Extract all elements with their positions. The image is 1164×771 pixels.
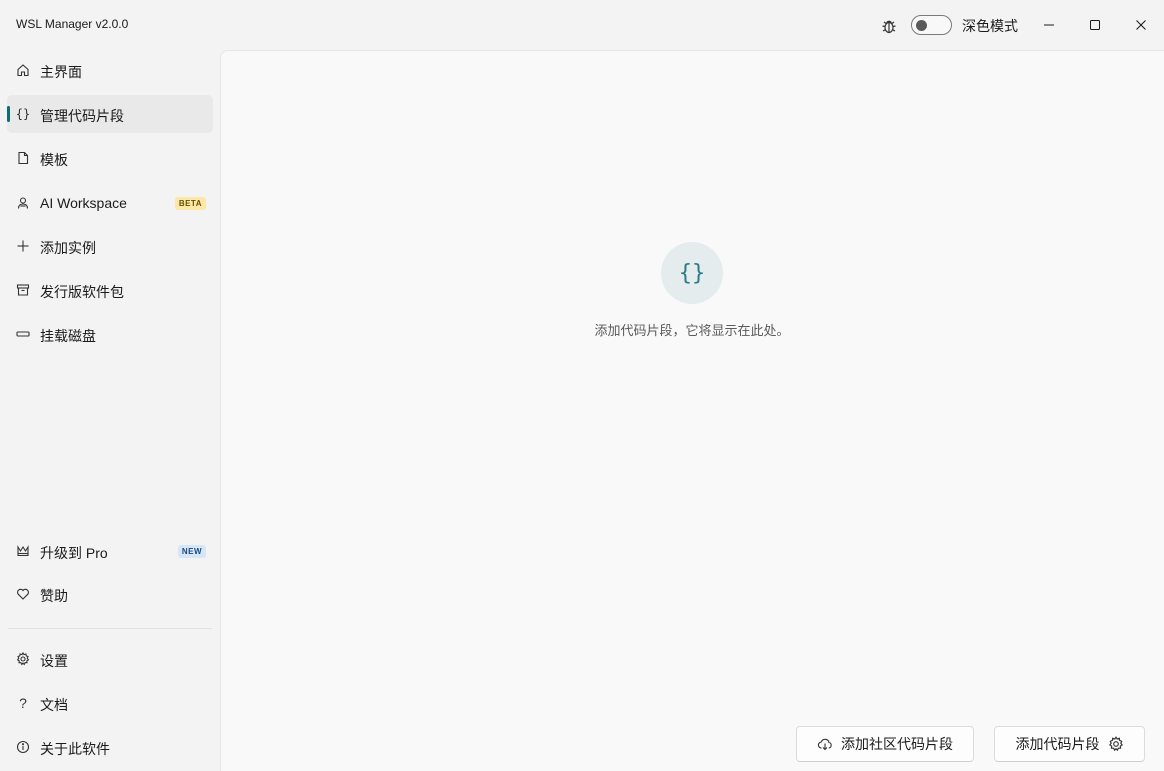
minimize-button[interactable]	[1026, 0, 1072, 50]
sidebar-item-about[interactable]: 关于此软件	[7, 728, 213, 766]
sidebar: 主界面 {} 管理代码片段 模板 AI Workspace BETA 添加实例 …	[0, 50, 220, 771]
home-icon	[15, 62, 31, 78]
cloud-download-icon	[817, 738, 832, 751]
app-title: WSL Manager v2.0.0	[16, 17, 129, 31]
package-icon	[15, 282, 31, 298]
button-label: 添加社区代码片段	[841, 736, 953, 752]
heart-icon	[15, 586, 31, 602]
close-icon	[1136, 20, 1146, 30]
new-badge: NEW	[177, 545, 206, 558]
sidebar-item-docs[interactable]: ? 文档	[7, 684, 213, 722]
app-window: WSL Manager v2.0.0 深色模式 主界面 {} 管理代码片段 模板…	[0, 0, 1164, 771]
sidebar-item-upgrade-pro[interactable]: 升级到 Pro NEW	[7, 532, 213, 570]
sidebar-item-label: 文档	[40, 697, 68, 713]
toggle-knob	[916, 20, 927, 31]
sidebar-item-mount-disk[interactable]: 挂载磁盘	[7, 315, 213, 353]
sidebar-item-label: AI Workspace	[40, 195, 127, 211]
selection-indicator	[7, 106, 10, 122]
sidebar-item-home[interactable]: 主界面	[7, 51, 213, 89]
disk-icon	[15, 326, 31, 342]
sidebar-item-snippets[interactable]: {} 管理代码片段	[7, 95, 213, 133]
gear-icon	[1108, 736, 1123, 752]
plus-icon	[15, 238, 31, 254]
maximize-icon	[1090, 20, 1100, 30]
add-snippet-button[interactable]: 添加代码片段	[994, 726, 1145, 762]
sidebar-item-label: 关于此软件	[40, 741, 110, 757]
sidebar-item-label: 添加实例	[40, 240, 96, 256]
sidebar-item-settings[interactable]: 设置	[7, 640, 213, 678]
sidebar-item-add-instance[interactable]: 添加实例	[7, 227, 213, 265]
sidebar-item-label: 主界面	[40, 64, 82, 80]
info-icon	[15, 739, 31, 755]
sidebar-item-templates[interactable]: 模板	[7, 139, 213, 177]
title-bar: WSL Manager v2.0.0 深色模式	[0, 0, 1164, 50]
maximize-button[interactable]	[1072, 0, 1118, 50]
sidebar-item-label: 设置	[40, 653, 68, 669]
document-icon	[15, 150, 31, 166]
empty-state-message: 添加代码片段，它将显示在此处。	[594, 323, 790, 338]
dark-mode-toggle[interactable]	[911, 15, 952, 35]
bug-icon[interactable]	[880, 17, 898, 35]
sidebar-item-label: 模板	[40, 152, 68, 168]
close-button[interactable]	[1118, 0, 1164, 50]
sidebar-item-label: 发行版软件包	[40, 284, 124, 300]
agent-icon	[15, 195, 31, 211]
sidebar-divider	[8, 628, 212, 629]
beta-badge: BETA	[174, 197, 206, 210]
crown-icon	[15, 543, 31, 559]
button-label: 添加代码片段	[1015, 736, 1100, 752]
sidebar-item-label: 赞助	[40, 588, 68, 604]
braces-icon: {}	[15, 107, 31, 121]
sidebar-item-label: 管理代码片段	[40, 108, 124, 124]
sidebar-item-ai-workspace[interactable]: AI Workspace BETA	[7, 184, 213, 222]
gear-icon	[15, 651, 31, 667]
dark-mode-label: 深色模式	[962, 18, 1018, 34]
add-community-snippet-button[interactable]: 添加社区代码片段	[796, 726, 974, 762]
sidebar-item-sponsor[interactable]: 赞助	[7, 575, 213, 613]
question-icon: ?	[19, 695, 27, 711]
minimize-icon	[1044, 24, 1054, 26]
sidebar-item-packages[interactable]: 发行版软件包	[7, 271, 213, 309]
sidebar-item-label: 挂载磁盘	[40, 328, 96, 344]
sidebar-item-label: 升级到 Pro	[40, 545, 108, 561]
braces-icon: {}	[661, 242, 723, 304]
main-content: {} 添加代码片段，它将显示在此处。 添加社区代码片段 添加代码片段	[220, 50, 1164, 771]
